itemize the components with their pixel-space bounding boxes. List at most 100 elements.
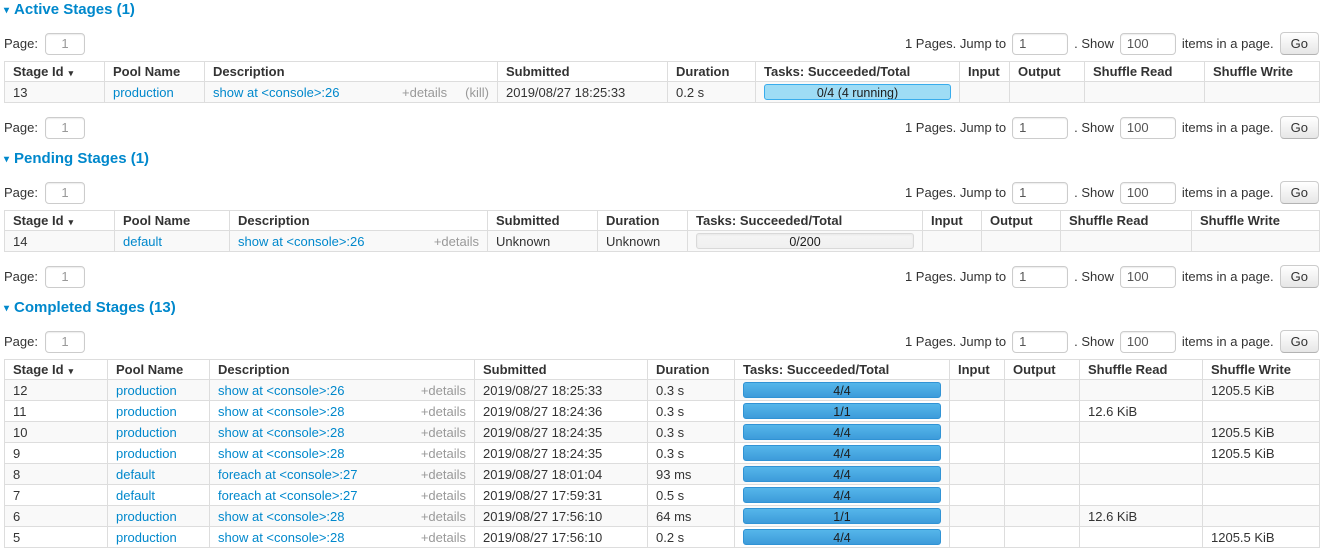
column-header-output[interactable]: Output [982,211,1061,231]
details-toggle[interactable]: +details [421,404,466,419]
pool-name-link[interactable]: default [116,488,155,503]
column-header-shuffle-read[interactable]: Shuffle Read [1080,360,1203,380]
column-header-description[interactable]: Description [230,211,488,231]
pool-name-link[interactable]: production [116,425,177,440]
show-items-input[interactable] [1120,117,1176,139]
column-header-output[interactable]: Output [1010,62,1085,82]
pool-name-link[interactable]: production [116,404,177,419]
pool-name-link[interactable]: production [116,446,177,461]
column-header-stage-id[interactable]: Stage Id▾ [5,360,108,380]
column-header-label: Description [213,64,285,79]
column-header-input[interactable]: Input [950,360,1005,380]
pool-name-link[interactable]: default [123,234,162,249]
description-link[interactable]: show at <console>:26 [238,234,364,249]
show-items-input[interactable] [1120,33,1176,55]
column-header-tasks-succeeded-total[interactable]: Tasks: Succeeded/Total [688,211,923,231]
jump-to-input[interactable] [1012,266,1068,288]
column-header-pool-name[interactable]: Pool Name [105,62,205,82]
column-header-pool-name[interactable]: Pool Name [108,360,210,380]
show-items-input[interactable] [1120,266,1176,288]
jump-to-input[interactable] [1012,331,1068,353]
column-header-tasks-succeeded-total[interactable]: Tasks: Succeeded/Total [735,360,950,380]
column-header-stage-id[interactable]: Stage Id▾ [5,211,115,231]
pool-name-link[interactable]: production [116,530,177,545]
page-input[interactable] [45,266,85,288]
jump-to-input[interactable] [1012,33,1068,55]
shuffle-write-cell: 1205.5 KiB [1203,443,1320,464]
pages-count-text: 1 Pages. Jump to [905,269,1006,284]
column-header-shuffle-read[interactable]: Shuffle Read [1085,62,1205,82]
items-text: items in a page. [1182,120,1274,135]
column-header-submitted[interactable]: Submitted [498,62,668,82]
pool-name-link[interactable]: production [116,383,177,398]
column-header-label: Description [218,362,290,377]
column-header-duration[interactable]: Duration [668,62,756,82]
description-link[interactable]: show at <console>:28 [218,446,344,461]
go-button[interactable]: Go [1280,181,1319,204]
show-text: . Show [1074,334,1114,349]
jump-to-input[interactable] [1012,117,1068,139]
go-button[interactable]: Go [1280,116,1319,139]
description-content: foreach at <console>:27 +details [218,467,466,482]
column-header-shuffle-write[interactable]: Shuffle Write [1203,360,1320,380]
details-toggle[interactable]: +details [421,446,466,461]
page-input[interactable] [45,182,85,204]
description-link[interactable]: foreach at <console>:27 [218,467,358,482]
stage-row: 5productionshow at <console>:28+details2… [5,527,1320,548]
pool-name-link[interactable]: default [116,467,155,482]
description-cell: show at <console>:26 +details (kill) [205,82,498,103]
details-toggle[interactable]: +details [421,383,466,398]
show-items-input[interactable] [1120,331,1176,353]
go-button[interactable]: Go [1280,265,1319,288]
description-link[interactable]: show at <console>:26 [213,85,339,100]
details-toggle[interactable]: +details [421,488,466,503]
description-link[interactable]: show at <console>:28 [218,404,344,419]
page-input[interactable] [45,33,85,55]
go-button[interactable]: Go [1280,32,1319,55]
pool-name-link[interactable]: production [116,509,177,524]
section-header-pending-stages-1[interactable]: ▾Pending Stages (1) [4,151,1319,169]
page-input[interactable] [45,117,85,139]
column-header-input[interactable]: Input [923,211,982,231]
column-header-input[interactable]: Input [960,62,1010,82]
duration-cell: 64 ms [648,506,735,527]
column-header-duration[interactable]: Duration [648,360,735,380]
column-header-shuffle-write[interactable]: Shuffle Write [1205,62,1320,82]
column-header-tasks-succeeded-total[interactable]: Tasks: Succeeded/Total [756,62,960,82]
details-toggle[interactable]: +details [421,509,466,524]
description-link[interactable]: show at <console>:26 [218,383,344,398]
tasks-progress-cell: 0/200 [688,231,923,252]
column-header-description[interactable]: Description [210,360,475,380]
pagination-row: Page:1 Pages. Jump to. Showitems in a pa… [4,181,1319,204]
shuffle-read-cell [1080,422,1203,443]
jump-to-input[interactable] [1012,182,1068,204]
pool-name-link[interactable]: production [113,85,174,100]
description-link[interactable]: foreach at <console>:27 [218,488,358,503]
details-toggle[interactable]: +details [421,467,466,482]
stage-id-cell: 13 [5,82,105,103]
column-header-shuffle-read[interactable]: Shuffle Read [1061,211,1192,231]
details-toggle[interactable]: +details [434,234,479,249]
stage-row: 13 production show at <console>:26 +details… [5,82,1320,103]
description-link[interactable]: show at <console>:28 [218,530,344,545]
kill-link[interactable]: (kill) [465,85,489,100]
section-header-completed-stages-13[interactable]: ▾Completed Stages (13) [4,300,1319,318]
show-items-input[interactable] [1120,182,1176,204]
column-header-output[interactable]: Output [1005,360,1080,380]
details-toggle[interactable]: +details [402,85,447,100]
column-header-pool-name[interactable]: Pool Name [115,211,230,231]
details-toggle[interactable]: +details [421,530,466,545]
pages-count-text: 1 Pages. Jump to [905,36,1006,51]
description-link[interactable]: show at <console>:28 [218,425,344,440]
section-header-active-stages-1[interactable]: ▾Active Stages (1) [4,2,1319,20]
go-button[interactable]: Go [1280,330,1319,353]
column-header-stage-id[interactable]: Stage Id▾ [5,62,105,82]
column-header-submitted[interactable]: Submitted [475,360,648,380]
column-header-description[interactable]: Description [205,62,498,82]
column-header-shuffle-write[interactable]: Shuffle Write [1192,211,1320,231]
column-header-duration[interactable]: Duration [598,211,688,231]
details-toggle[interactable]: +details [421,425,466,440]
description-link[interactable]: show at <console>:28 [218,509,344,524]
page-input[interactable] [45,331,85,353]
column-header-submitted[interactable]: Submitted [488,211,598,231]
